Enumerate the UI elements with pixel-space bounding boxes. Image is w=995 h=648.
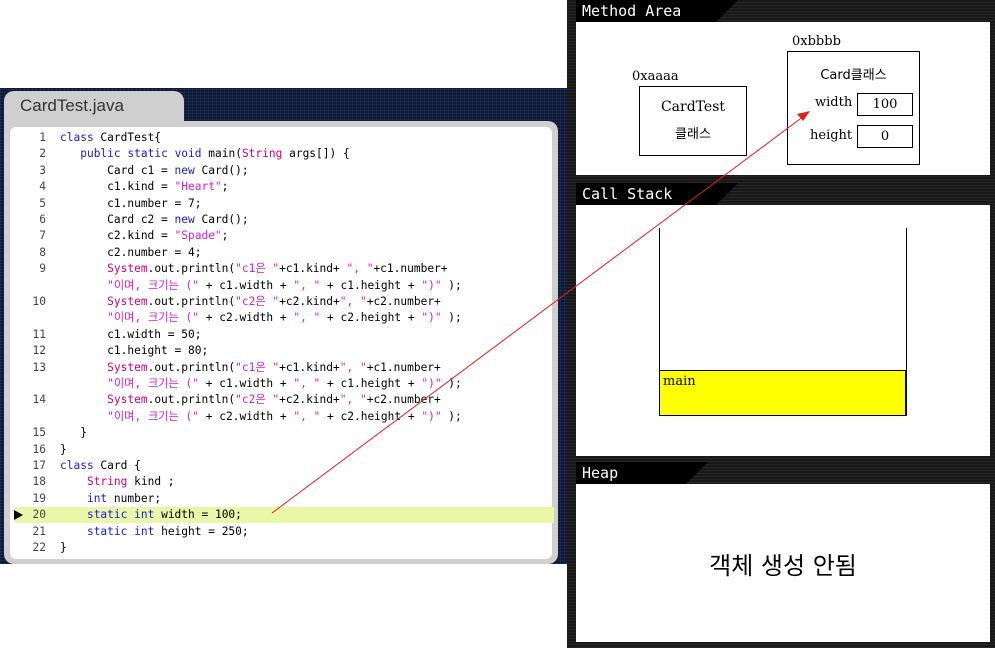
reference-arrow xyxy=(271,111,810,514)
reference-arrow-line xyxy=(271,115,805,514)
